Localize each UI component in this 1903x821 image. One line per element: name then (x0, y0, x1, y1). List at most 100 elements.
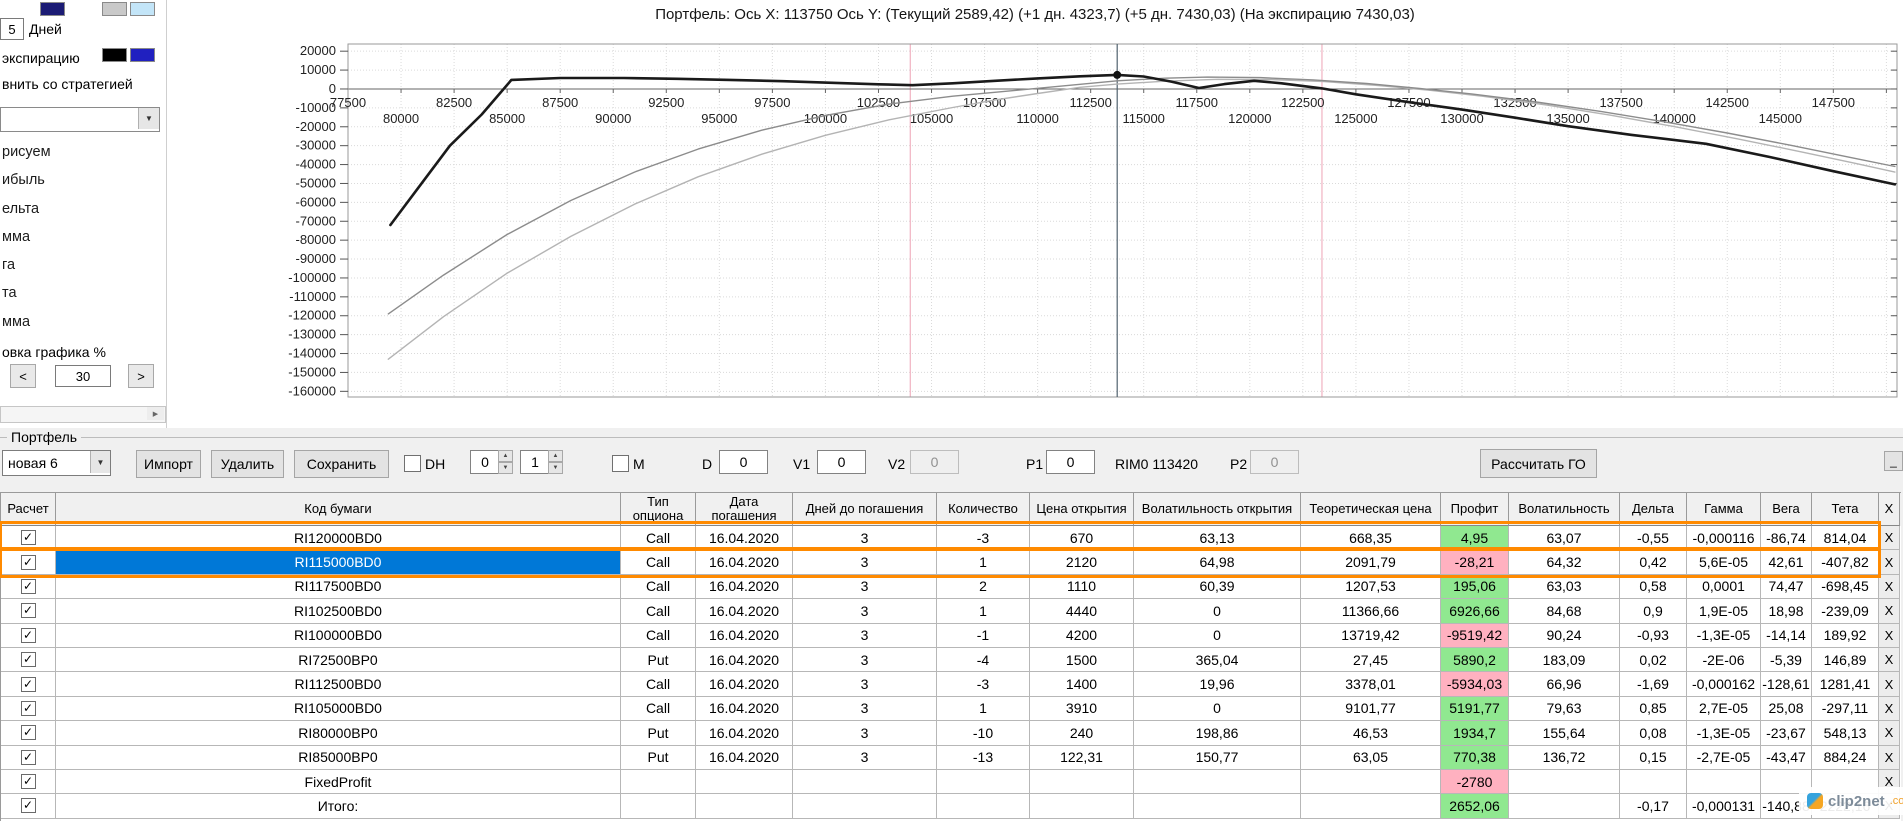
cell-check[interactable]: ✓ (1, 623, 56, 648)
delete-row-button[interactable]: X (1879, 672, 1900, 697)
cell-code[interactable]: RI102500BD0 (56, 599, 621, 624)
chevron-down-icon[interactable]: ▼ (138, 108, 159, 129)
cell-code[interactable]: Итого: (56, 794, 621, 819)
spin-down-icon[interactable]: ▼ (548, 462, 563, 474)
centering-next-button[interactable]: > (128, 364, 154, 388)
spin1-arrows[interactable]: ▲ ▼ (498, 450, 513, 474)
column-header-delta[interactable]: Дельта (1620, 493, 1687, 526)
row-checkbox[interactable]: ✓ (20, 798, 36, 814)
pnl-chart[interactable]: 20000100000-10000-20000-30000-40000-5000… (167, 28, 1903, 428)
sidebar-item-gamma[interactable]: мма (2, 225, 162, 249)
row-checkbox[interactable]: ✓ (20, 530, 36, 546)
spin-up-icon[interactable]: ▲ (548, 450, 563, 462)
row-checkbox[interactable]: ✓ (20, 725, 36, 741)
cell-code[interactable]: RI85000BP0 (56, 745, 621, 770)
spin1-input[interactable] (470, 450, 500, 474)
delete-button[interactable]: Удалить (211, 450, 284, 478)
p1-input[interactable] (1046, 450, 1095, 474)
expiration-color-swatch[interactable] (102, 48, 127, 62)
delete-row-button[interactable]: X (1879, 721, 1900, 746)
column-header-theo_price[interactable]: Теоретическая цена (1301, 493, 1441, 526)
column-header-vega[interactable]: Вега (1761, 493, 1812, 526)
days-input[interactable] (0, 18, 24, 40)
cell-code[interactable]: RI120000BD0 (56, 526, 621, 551)
cell-check[interactable]: ✓ (1, 526, 56, 551)
row-checkbox[interactable]: ✓ (20, 774, 36, 790)
curve-color-swatch[interactable] (40, 2, 65, 16)
delete-row-button[interactable]: X (1879, 745, 1900, 770)
delete-row-button[interactable]: X (1879, 623, 1900, 648)
chevron-down-icon[interactable]: ▼ (90, 451, 110, 473)
column-header-theta[interactable]: Тета (1812, 493, 1879, 526)
column-header-x[interactable]: X (1879, 493, 1900, 526)
cell-check[interactable]: ✓ (1, 672, 56, 697)
column-header-check[interactable]: Расчет (1, 493, 56, 526)
cell-check[interactable]: ✓ (1, 550, 56, 575)
delete-row-button[interactable]: X (1879, 574, 1900, 600)
cell-code[interactable]: RI80000BP0 (56, 721, 621, 746)
dh-checkbox[interactable] (404, 455, 421, 472)
centering-value-input[interactable] (55, 365, 111, 387)
sidebar-item-vega[interactable]: га (2, 253, 162, 277)
cell-check[interactable]: ✓ (1, 599, 56, 624)
calc-margin-button[interactable]: Рассчитать ГО (1480, 449, 1597, 478)
import-button[interactable]: Импорт (136, 450, 201, 478)
sidebar-item-theta[interactable]: та (2, 281, 162, 305)
spin-down-icon[interactable]: ▼ (498, 462, 513, 474)
spin2-input[interactable] (520, 450, 550, 474)
row-checkbox[interactable]: ✓ (20, 554, 36, 570)
row-checkbox[interactable]: ✓ (20, 700, 36, 716)
cell-code[interactable]: FixedProfit (56, 769, 621, 795)
column-header-profit[interactable]: Профит (1441, 493, 1509, 526)
sidebar-item-delta[interactable]: ельта (2, 197, 162, 221)
sidebar-item-what-to-draw[interactable]: рисуем (2, 140, 162, 164)
cell-code[interactable]: RI112500BD0 (56, 672, 621, 697)
sidebar-item-gamma2[interactable]: мма (2, 310, 162, 334)
row-checkbox[interactable]: ✓ (20, 749, 36, 765)
spin-up-icon[interactable]: ▲ (498, 450, 513, 462)
column-header-days[interactable]: Дней до погашения (793, 493, 937, 526)
horizontal-scrollbar[interactable] (0, 406, 166, 423)
cell-check[interactable]: ✓ (1, 696, 56, 722)
delete-row-button[interactable]: X (1879, 550, 1900, 575)
cell-check[interactable]: ✓ (1, 574, 56, 600)
row-checkbox[interactable]: ✓ (20, 676, 36, 692)
v1-input[interactable] (817, 450, 866, 474)
delete-row-button[interactable]: X (1879, 647, 1900, 673)
minimize-button[interactable]: _ (1884, 451, 1903, 471)
cell-code[interactable]: RI72500BP0 (56, 647, 621, 673)
portfolio-select[interactable]: новая 6 ▼ (2, 450, 111, 476)
column-header-code[interactable]: Код бумаги (56, 493, 621, 526)
cell-code[interactable]: RI117500BD0 (56, 574, 621, 600)
delete-row-button[interactable]: X (1879, 599, 1900, 624)
cell-check[interactable]: ✓ (1, 769, 56, 795)
column-header-option_type[interactable]: Тип опциона (621, 493, 696, 526)
curve-color-swatch[interactable] (102, 2, 127, 16)
row-checkbox[interactable]: ✓ (20, 578, 36, 594)
expiration-color-swatch-2[interactable] (130, 48, 155, 62)
row-checkbox[interactable]: ✓ (20, 627, 36, 643)
row-checkbox[interactable]: ✓ (20, 603, 36, 619)
strategy-select[interactable]: ▼ (0, 107, 160, 132)
column-header-gamma[interactable]: Гамма (1687, 493, 1761, 526)
curve-color-swatch[interactable] (130, 2, 155, 16)
sidebar-item-profit[interactable]: ибыль (2, 168, 162, 192)
cell-check[interactable]: ✓ (1, 647, 56, 673)
cell-check[interactable]: ✓ (1, 745, 56, 770)
cell-check[interactable]: ✓ (1, 794, 56, 819)
cell-check[interactable]: ✓ (1, 721, 56, 746)
delete-row-button[interactable]: X (1879, 696, 1900, 722)
delete-row-button[interactable]: X (1879, 526, 1900, 551)
save-button[interactable]: Сохранить (294, 450, 389, 478)
cell-code[interactable]: RI115000BD0 (56, 550, 621, 575)
column-header-volatility[interactable]: Волатильность (1509, 493, 1620, 526)
cell-code[interactable]: RI100000BD0 (56, 623, 621, 648)
column-header-expiry[interactable]: Дата погашения (696, 493, 793, 526)
m-checkbox[interactable] (612, 455, 629, 472)
column-header-qty[interactable]: Количество (937, 493, 1030, 526)
scroll-right-button[interactable]: ▶ (147, 407, 164, 420)
cell-code[interactable]: RI105000BD0 (56, 696, 621, 722)
centering-prev-button[interactable]: < (10, 364, 36, 388)
column-header-open_price[interactable]: Цена открытия (1030, 493, 1134, 526)
d-input[interactable] (719, 450, 768, 474)
